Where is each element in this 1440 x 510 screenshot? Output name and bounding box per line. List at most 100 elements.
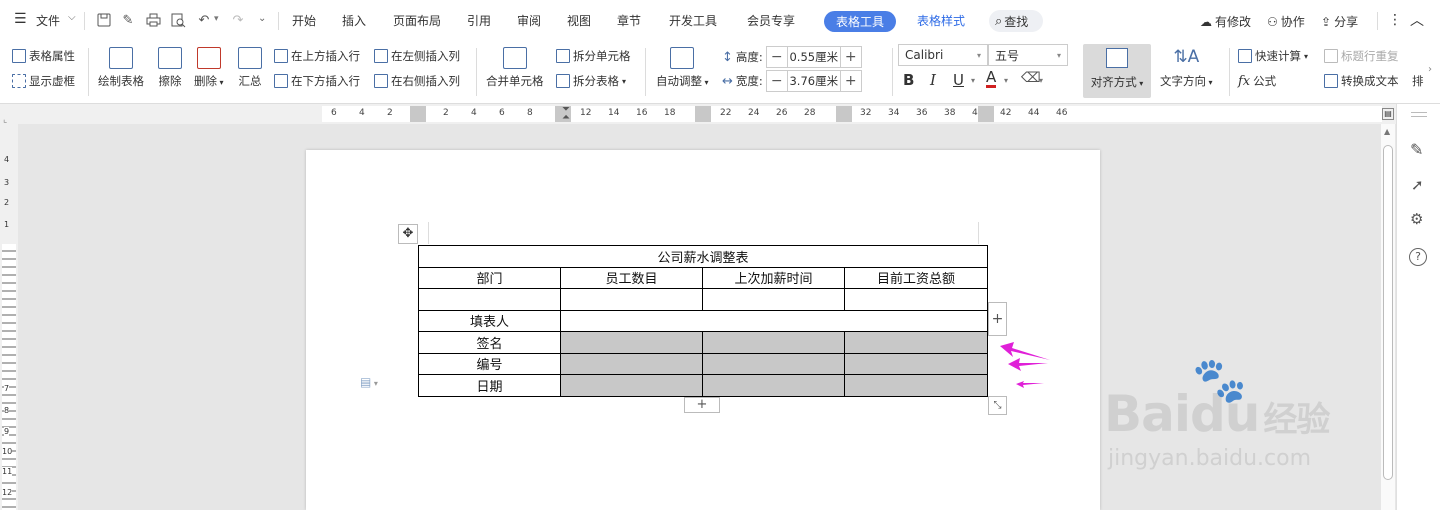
resize-table-icon[interactable]: ⤡ xyxy=(988,396,1007,415)
table-cell[interactable] xyxy=(702,288,845,311)
edit-pen-icon[interactable]: ✎ xyxy=(1410,140,1423,159)
selected-cell[interactable] xyxy=(702,352,845,375)
text-direction-button[interactable]: ⇅A 文字方向 ▾ xyxy=(1160,47,1213,89)
table-move-handle-icon[interactable]: ✥ xyxy=(398,224,418,244)
split-cells-button[interactable]: 拆分单元格 xyxy=(556,48,631,64)
chevron-down-icon[interactable]: ▾ xyxy=(1039,76,1043,85)
show-gridlines-button[interactable]: 显示虚框 xyxy=(12,73,75,89)
header-cell-last-raise[interactable]: 上次加薪时间 xyxy=(702,266,845,289)
filler-label-cell[interactable]: 填表人 xyxy=(418,309,561,332)
split-table-button[interactable]: 拆分表格 ▾ xyxy=(556,73,626,89)
selected-cell[interactable] xyxy=(560,374,703,397)
tab-member[interactable]: 会员专享 xyxy=(747,12,795,29)
ruler-column-marker[interactable] xyxy=(695,106,711,122)
document-options-icon[interactable]: ▤ ▾ xyxy=(360,375,378,389)
chevron-down-icon[interactable]: ▾ xyxy=(971,76,975,85)
save-icon[interactable] xyxy=(94,10,114,30)
convert-to-text-button[interactable]: 转换成文本 xyxy=(1324,73,1399,89)
font-color-icon[interactable]: A xyxy=(986,69,997,88)
help-icon[interactable]: ? xyxy=(1409,248,1427,266)
chevron-down-icon[interactable]: ▾ xyxy=(1004,76,1008,85)
height-stepper[interactable]: − 0.55厘米 + xyxy=(765,46,862,68)
insert-col-left-button[interactable]: 在左侧插入列 xyxy=(374,48,460,64)
header-cell-department[interactable]: 部门 xyxy=(418,266,561,289)
ruler-column-marker[interactable] xyxy=(836,106,852,122)
number-label-cell[interactable]: 编号 xyxy=(418,352,561,375)
selected-cell[interactable] xyxy=(844,374,988,397)
salary-table[interactable]: 公司薪水调整表 部门 员工数目 上次加薪时间 目前工资总额 填表人 签名 编号 … xyxy=(418,245,988,397)
bold-icon[interactable]: B xyxy=(903,71,914,89)
tab-table-style[interactable]: 表格样式 xyxy=(917,12,965,29)
font-family-select[interactable]: Calibri ▾ xyxy=(898,44,988,66)
ruler-column-marker[interactable] xyxy=(978,106,994,122)
alignment-button[interactable]: 对齐方式 ▾ xyxy=(1083,44,1151,98)
more-options-icon[interactable]: ⋮ xyxy=(1388,12,1402,28)
height-input[interactable]: 0.55厘米 xyxy=(786,47,841,67)
auto-adjust-button[interactable]: 自动调整 ▾ xyxy=(656,47,709,89)
header-cell-employee-count[interactable]: 员工数目 xyxy=(560,266,703,289)
share-button[interactable]: ⇪ 分享 xyxy=(1321,13,1358,30)
format-painter-icon[interactable]: ✎ xyxy=(118,10,138,30)
header-cell-total-salary[interactable]: 目前工资总额 xyxy=(844,266,988,289)
font-size-select[interactable]: 五号 ▾ xyxy=(988,44,1068,66)
print-icon[interactable] xyxy=(143,10,163,30)
filler-value-cell[interactable] xyxy=(560,309,988,332)
delete-button[interactable]: 删除 ▾ xyxy=(194,47,224,89)
selected-cell[interactable] xyxy=(702,374,845,397)
insert-col-right-button[interactable]: 在右侧插入列 xyxy=(374,73,460,89)
vertical-ruler[interactable]: 4 3 2 1 7 8 9 10 11 12 xyxy=(0,124,18,510)
ribbon-scroll-right-icon[interactable]: › xyxy=(1428,64,1432,75)
tab-references[interactable]: 引用 xyxy=(467,12,491,29)
tab-table-tools[interactable]: 表格工具 xyxy=(824,11,897,32)
selected-cell[interactable] xyxy=(560,331,703,354)
add-row-button[interactable]: + xyxy=(684,397,720,413)
hamburger-menu-icon[interactable]: ☰ xyxy=(14,12,28,26)
tab-home[interactable]: 开始 xyxy=(292,12,316,29)
scrollbar-thumb[interactable] xyxy=(1383,145,1393,480)
sort-button[interactable]: 排 xyxy=(1412,73,1424,89)
chevron-down-icon[interactable]: ▾ xyxy=(214,14,219,24)
selected-cell[interactable] xyxy=(702,331,845,354)
table-cell[interactable] xyxy=(560,288,703,311)
table-title-cell[interactable]: 公司薪水调整表 xyxy=(418,245,988,268)
horizontal-ruler[interactable]: ⌞ ⏷ ⏶ 6 4 2 2 4 6 8 12 14 16 18 22 24 26 … xyxy=(0,104,1440,125)
collab-button[interactable]: ⚇ 协作 xyxy=(1267,13,1305,30)
scroll-up-icon[interactable]: ▲ xyxy=(1384,127,1390,136)
italic-icon[interactable]: I xyxy=(930,71,936,89)
tab-review[interactable]: 审阅 xyxy=(517,12,541,29)
width-stepper[interactable]: − 3.76厘米 + xyxy=(765,70,862,92)
erase-button[interactable]: 擦除 xyxy=(158,47,182,89)
undo-icon[interactable]: ↶ xyxy=(194,10,214,30)
tab-view[interactable]: 视图 xyxy=(567,12,591,29)
customize-toolbar-icon[interactable]: ⌄ xyxy=(258,13,266,24)
modified-button[interactable]: ☁ 有修改 xyxy=(1200,13,1251,30)
add-column-button[interactable]: + xyxy=(988,302,1007,336)
table-cell[interactable] xyxy=(418,288,561,311)
formula-button[interactable]: fx 公式 xyxy=(1238,73,1276,89)
file-menu[interactable]: 文件 xyxy=(36,12,60,29)
split-view-icon[interactable]: ▤ xyxy=(1382,108,1394,120)
date-label-cell[interactable]: 日期 xyxy=(418,374,561,397)
ruler-column-marker[interactable] xyxy=(410,106,426,122)
tab-page-layout[interactable]: 页面布局 xyxy=(393,12,441,29)
summary-button[interactable]: 汇总 xyxy=(238,47,262,89)
quick-calc-button[interactable]: 快速计算 ▾ xyxy=(1238,48,1308,64)
table-properties-button[interactable]: 表格属性 xyxy=(12,48,75,64)
decrease-width-button[interactable]: − xyxy=(767,73,787,89)
selected-cell[interactable] xyxy=(560,352,703,375)
selected-cell[interactable] xyxy=(844,331,988,354)
width-input[interactable]: 3.76厘米 xyxy=(786,71,841,91)
highlight-icon[interactable]: ⌫ xyxy=(1021,70,1041,86)
selected-cell[interactable] xyxy=(844,352,988,375)
tab-sections[interactable]: 章节 xyxy=(617,12,641,29)
insert-row-below-button[interactable]: 在下方插入行 xyxy=(274,73,360,89)
chevron-down-icon[interactable]: ⌵ xyxy=(68,12,76,23)
increase-width-button[interactable]: + xyxy=(841,73,861,89)
redo-icon[interactable]: ↷ xyxy=(228,10,248,30)
settings-sliders-icon[interactable]: ⚙ xyxy=(1410,210,1423,228)
merge-cells-button[interactable]: 合并单元格 xyxy=(486,47,544,89)
tab-insert[interactable]: 插入 xyxy=(342,12,366,29)
indent-marker-icon[interactable]: ⏷ ⏶ xyxy=(562,105,572,124)
collapse-ribbon-icon[interactable]: ︿ xyxy=(1410,10,1424,30)
insert-row-above-button[interactable]: 在上方插入行 xyxy=(274,48,360,64)
